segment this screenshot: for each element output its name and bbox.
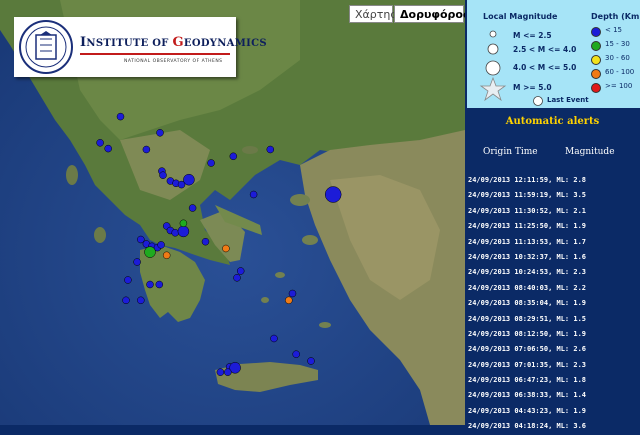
earthquake-marker[interactable] [137,296,145,305]
earthquake-marker[interactable] [229,152,238,161]
magnitude-header: Magnitude [565,147,615,157]
earthquake-marker[interactable] [188,204,197,212]
depth-label: 60 - 100 [605,68,635,76]
observatory-seal-icon [19,20,73,74]
earthquake-marker[interactable] [137,235,145,244]
earthquake-marker[interactable] [116,112,125,121]
alert-row[interactable]: 24/09/2013 11:13:53, ML: 1.7 [468,235,640,250]
earthquake-marker[interactable] [324,186,342,203]
earthquake-marker[interactable] [146,280,154,289]
earthquake-marker[interactable] [292,350,300,358]
earthquake-marker[interactable] [124,276,132,284]
depth-color-icon [591,27,601,37]
earthquake-marker[interactable] [266,145,275,154]
alerts-list[interactable]: 24/09/2013 12:11:59, ML: 2.8 24/09/2013 1… [468,173,640,435]
earthquake-marker[interactable] [96,139,104,147]
depth-color-icon [591,41,601,51]
alert-row[interactable]: 24/09/2013 11:30:52, ML: 2.1 [468,204,640,219]
alert-row[interactable]: 24/09/2013 08:35:04, ML: 1.9 [468,296,640,311]
earthquake-marker[interactable] [307,357,315,365]
depth-label: 15 - 30 [605,40,630,48]
earthquake-marker[interactable] [177,225,190,238]
alert-row[interactable]: 24/09/2013 11:59:19, ML: 3.5 [468,188,640,203]
magnitude-label-2: 2.5 < M <= 4.0 [513,45,577,54]
earthquake-marker[interactable] [144,246,156,258]
magnitude-label-4: M >= 5.0 [513,83,552,92]
magnitude-label-3: 4.0 < M <= 5.0 [513,63,577,72]
alert-row[interactable]: 24/09/2013 07:01:35, ML: 2.3 [468,358,640,373]
magnitude-star-icon [479,76,507,102]
satellite-view-button[interactable]: Δορυφόρος [394,5,465,23]
earthquake-marker[interactable] [288,289,297,298]
earthquake-marker[interactable] [183,173,195,186]
map-legend: Local Magnitude Depth (Km) M <= 2.5 2.5 … [465,0,640,108]
last-event-icon [533,96,543,106]
earthquake-marker[interactable] [201,237,210,246]
side-panel: Local Magnitude Depth (Km) M <= 2.5 2.5 … [465,0,640,430]
depth-color-icon [591,83,601,93]
map-view-button[interactable]: Χάρτης [349,5,397,23]
alert-row[interactable]: 24/09/2013 07:06:50, ML: 2.6 [468,342,640,357]
earthquake-marker[interactable] [285,296,293,305]
earthquake-marker[interactable] [122,296,130,305]
earthquake-marker[interactable] [104,144,112,153]
magnitude-medium-icon [487,43,499,55]
depth-label: < 15 [605,26,622,34]
earthquake-marker[interactable] [142,145,151,154]
magnitude-small-icon [489,30,497,38]
depth-legend-title: Depth (Km) [591,12,640,21]
earthquake-marker[interactable] [156,129,164,137]
earthquake-marker[interactable] [222,244,230,253]
earthquake-marker[interactable] [224,368,232,376]
earthquake-marker[interactable] [233,274,241,282]
depth-label: 30 - 60 [605,54,630,62]
alert-row[interactable]: 24/09/2013 06:38:33, ML: 1.4 [468,388,640,403]
alert-row[interactable]: 24/09/2013 08:40:03, ML: 2.2 [468,281,640,296]
earthquake-marker[interactable] [249,190,258,199]
alert-row[interactable]: 24/09/2013 04:43:23, ML: 1.9 [468,404,640,419]
last-event-label: Last Event [547,96,589,104]
institute-subtitle: NATIONAL OBSERVATORY OF ATHENS [124,59,223,64]
earthquake-marker[interactable] [236,267,245,275]
depth-label: >= 100 [605,82,633,90]
alert-row[interactable]: 24/09/2013 08:29:51, ML: 1.5 [468,312,640,327]
alert-row[interactable]: 24/09/2013 11:25:50, ML: 1.9 [468,219,640,234]
magnitude-label-1: M <= 2.5 [513,31,552,40]
earthquake-marker[interactable] [133,258,141,266]
alerts-title: Automatic alerts [505,116,600,127]
depth-color-icon [591,55,601,65]
alert-row[interactable]: 24/09/2013 04:18:24, ML: 3.6 [468,419,640,434]
alert-row[interactable]: 24/09/2013 10:32:37, ML: 1.6 [468,250,640,265]
satellite-map[interactable]: Χάρτης Δορυφόρος INSTITUTE OF GEODYNAMIC… [0,0,465,425]
earthquake-marker[interactable] [159,171,167,179]
earthquake-marker[interactable] [162,251,171,260]
earthquake-marker[interactable] [207,159,215,167]
earthquake-marker[interactable] [216,368,225,376]
institute-logo: INSTITUTE OF GEODYNAMICS NATIONAL OBSERV… [14,17,267,77]
origin-time-header: Origin Time [483,147,538,157]
earthquake-marker[interactable] [155,280,164,289]
institute-name: INSTITUTE OF GEODYNAMICS [80,35,267,50]
earthquake-marker[interactable] [171,229,179,237]
alert-row[interactable]: 24/09/2013 12:11:59, ML: 2.8 [468,173,640,188]
alert-row[interactable]: 24/09/2013 06:47:23, ML: 1.8 [468,373,640,388]
magnitude-symbols [479,30,507,102]
magnitude-large-icon [485,60,501,76]
earthquake-marker[interactable] [157,241,165,249]
depth-color-icon [591,69,601,79]
magnitude-legend-title: Local Magnitude [483,12,558,21]
logo-divider [80,53,230,55]
earthquake-marker[interactable] [270,334,278,343]
alert-row[interactable]: 24/09/2013 08:12:50, ML: 1.9 [468,327,640,342]
earthquake-marker[interactable] [179,219,188,228]
alert-row[interactable]: 24/09/2013 10:24:53, ML: 2.3 [468,265,640,280]
